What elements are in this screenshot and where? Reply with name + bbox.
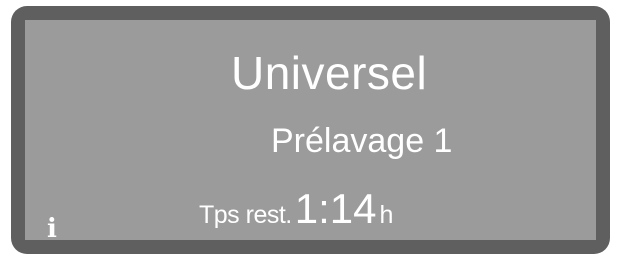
remaining-time-label: Tps rest. (199, 201, 292, 229)
display-screen: Universel Prélavage 1 Tps rest.1:14 h i (25, 20, 596, 242)
info-icon[interactable]: i (47, 216, 57, 242)
program-phase: Prélavage 1 (271, 122, 453, 160)
program-name: Universel (231, 47, 428, 99)
remaining-time-value: 1:14 (294, 185, 377, 232)
remaining-time-unit: h (379, 201, 394, 229)
remaining-time-row: Tps rest.1:14 h (199, 188, 393, 230)
display-bezel: Universel Prélavage 1 Tps rest.1:14 h i (11, 6, 610, 254)
